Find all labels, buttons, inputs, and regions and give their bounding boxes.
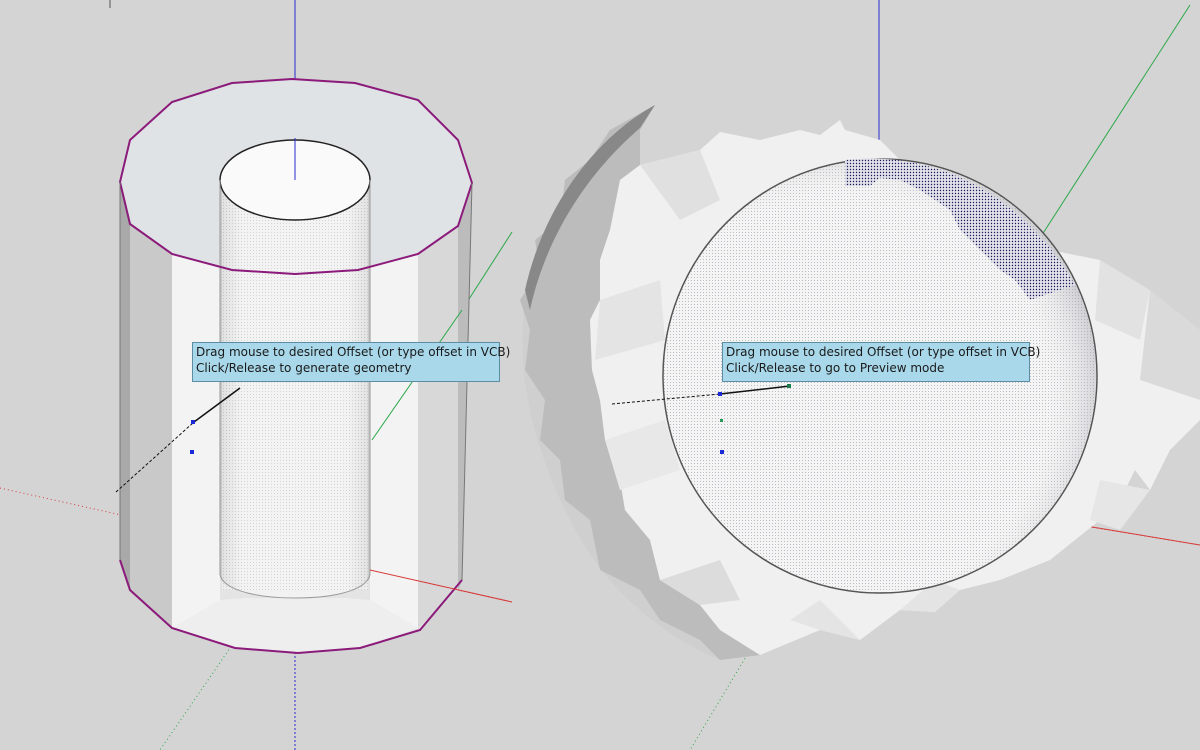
cylinder-facet — [458, 183, 472, 592]
cylinder-facet — [130, 224, 172, 628]
tooltip-line-1: Drag mouse to desired Offset (or type of… — [726, 345, 1041, 359]
cylinder-facet — [172, 254, 220, 628]
tooltip-line-1: Drag mouse to desired Offset (or type of… — [196, 345, 511, 359]
cylinder-facet — [418, 226, 458, 628]
cylinder-inner-dots — [222, 190, 368, 590]
inference-point-icon — [720, 419, 723, 422]
inference-point-icon — [787, 384, 791, 388]
cursor-point-icon — [191, 420, 195, 424]
petal-facet — [1090, 480, 1150, 530]
tooltip-line-2: Click/Release to go to Preview mode — [726, 361, 945, 375]
cursor-point-icon — [720, 450, 724, 454]
cursor-point-icon — [190, 450, 194, 454]
offset-tool-tooltip-right: Drag mouse to desired Offset (or type of… — [722, 342, 1041, 382]
tooltip-line-2: Click/Release to generate geometry — [196, 361, 412, 375]
cursor-point-icon — [718, 392, 722, 396]
sphere-model[interactable] — [520, 105, 1200, 660]
offset-tool-tooltip-left: Drag mouse to desired Offset (or type of… — [192, 342, 511, 382]
cylinder-facet — [120, 182, 130, 590]
green-axis-right — [1039, 4, 1191, 239]
